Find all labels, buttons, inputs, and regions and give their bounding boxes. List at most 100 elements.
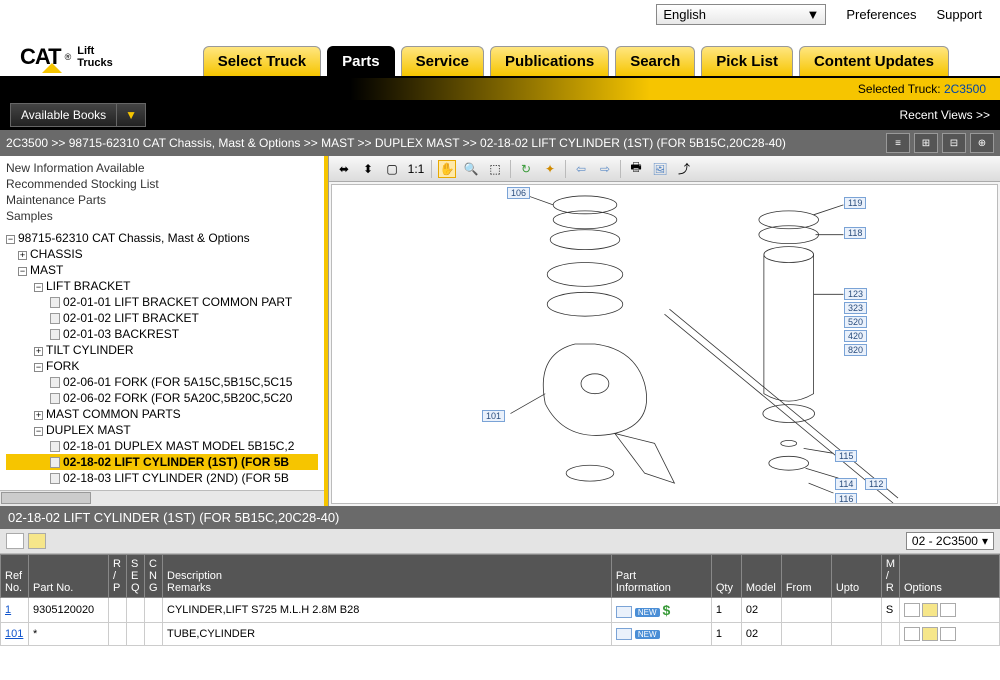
- table-row[interactable]: 19305120020CYLINDER,LIFT S725 M.L.H 2.8M…: [1, 598, 1000, 623]
- th-qty[interactable]: Qty: [711, 555, 741, 598]
- view-split-icon[interactable]: ⊞: [914, 133, 938, 153]
- th-pi[interactable]: Part Information: [611, 555, 711, 598]
- tree-chassis[interactable]: +CHASSIS: [6, 246, 318, 262]
- filter-comment-icon[interactable]: [6, 533, 24, 549]
- tree-dp1[interactable]: 02-18-01 DUPLEX MAST MODEL 5B15C,2: [6, 438, 318, 454]
- th-rp[interactable]: R / P: [109, 555, 127, 598]
- part-info-icon[interactable]: [616, 606, 632, 618]
- highlight-icon[interactable]: [922, 603, 938, 617]
- image-icon[interactable]: 🖼: [651, 160, 669, 178]
- callout-123[interactable]: 123: [844, 288, 867, 300]
- zoom-in-icon[interactable]: 🔍: [462, 160, 480, 178]
- th-ref[interactable]: Ref No.: [1, 555, 29, 598]
- th-seq[interactable]: S E Q: [127, 555, 145, 598]
- tree-dp2[interactable]: 02-18-02 LIFT CYLINDER (1ST) (FOR 5B: [6, 454, 318, 470]
- tree-lb2[interactable]: 02-01-02 LIFT BRACKET: [6, 310, 318, 326]
- actual-size-icon[interactable]: 1:1: [407, 160, 425, 178]
- link-samples[interactable]: Samples: [6, 208, 318, 224]
- tab-select-truck[interactable]: Select Truck: [203, 46, 321, 76]
- view-list-icon[interactable]: ≡: [886, 133, 910, 153]
- language-select[interactable]: English ▼: [656, 4, 826, 25]
- tree-fork[interactable]: −FORK: [6, 358, 318, 374]
- tab-search[interactable]: Search: [615, 46, 695, 76]
- refresh-icon[interactable]: ↻: [517, 160, 535, 178]
- selected-truck-value[interactable]: 2C3500: [944, 82, 986, 96]
- th-part[interactable]: Part No.: [29, 555, 109, 598]
- callout-115[interactable]: 115: [835, 450, 857, 462]
- fit-width-icon[interactable]: ⬌: [335, 160, 353, 178]
- link-maintenance[interactable]: Maintenance Parts: [6, 192, 318, 208]
- cell-mr: S: [881, 598, 899, 623]
- callout-820[interactable]: 820: [844, 344, 867, 356]
- comment-icon[interactable]: [904, 627, 920, 641]
- tree-mcp[interactable]: +MAST COMMON PARTS: [6, 406, 318, 422]
- tree-tilt[interactable]: +TILT CYLINDER: [6, 342, 318, 358]
- tree-dp3[interactable]: 02-18-03 LIFT CYLINDER (2ND) (FOR 5B: [6, 470, 318, 486]
- fit-page-icon[interactable]: ▢: [383, 160, 401, 178]
- th-cng[interactable]: C N G: [145, 555, 163, 598]
- tab-content-updates[interactable]: Content Updates: [799, 46, 949, 76]
- tree-duplex[interactable]: −DUPLEX MAST: [6, 422, 318, 438]
- tab-service[interactable]: Service: [401, 46, 484, 76]
- prev-icon[interactable]: ⇦: [572, 160, 590, 178]
- th-mr[interactable]: M / R: [881, 555, 899, 598]
- tree-root[interactable]: −98715-62310 CAT Chassis, Mast & Options: [6, 230, 318, 246]
- tree-fk2[interactable]: 02-06-02 FORK (FOR 5A20C,5B20C,5C20: [6, 390, 318, 406]
- selected-truck-label: Selected Truck:: [858, 82, 941, 96]
- callout-420[interactable]: 420: [844, 330, 867, 342]
- recent-views-link[interactable]: Recent Views >>: [900, 108, 991, 122]
- callout-106[interactable]: 106: [507, 187, 530, 199]
- filter-highlight-icon[interactable]: [28, 533, 46, 549]
- tree-lb3[interactable]: 02-01-03 BACKREST: [6, 326, 318, 342]
- callout-114[interactable]: 114: [835, 478, 857, 490]
- th-model[interactable]: Model: [741, 555, 781, 598]
- link-stocking-list[interactable]: Recommended Stocking List: [6, 176, 318, 192]
- calendar-icon[interactable]: [940, 603, 956, 617]
- breadcrumb[interactable]: 2C3500 >> 98715-62310 CAT Chassis, Mast …: [6, 136, 786, 150]
- callout-118[interactable]: 118: [844, 227, 866, 239]
- available-books-button[interactable]: Available Books▼: [10, 103, 146, 127]
- callout-112[interactable]: 112: [865, 478, 887, 490]
- cell-partinfo: NEW$: [611, 598, 711, 623]
- price-icon[interactable]: $: [663, 602, 671, 618]
- support-link[interactable]: Support: [936, 7, 982, 22]
- print-icon[interactable]: 🖶: [627, 160, 645, 178]
- cell-partno: 9305120020: [29, 598, 109, 623]
- zoom-area-icon[interactable]: ⬚: [486, 160, 504, 178]
- callout-119[interactable]: 119: [844, 197, 866, 209]
- diagram-canvas[interactable]: 106 101 119 118 123 323 520 420 820 115 …: [331, 184, 998, 504]
- tree-mast[interactable]: −MAST: [6, 262, 318, 278]
- tree-fk1[interactable]: 02-06-01 FORK (FOR 5A15C,5B15C,5C15: [6, 374, 318, 390]
- table-row[interactable]: 101*TUBE,CYLINDERNEW102: [1, 623, 1000, 646]
- th-desc[interactable]: Description Remarks: [163, 555, 612, 598]
- comment-icon[interactable]: [904, 603, 920, 617]
- export-icon[interactable]: ⤴: [675, 160, 693, 178]
- tab-pick-list[interactable]: Pick List: [701, 46, 793, 76]
- pan-hand-icon[interactable]: ✋: [438, 160, 456, 178]
- th-from[interactable]: From: [781, 555, 831, 598]
- tree-lift-bracket[interactable]: −LIFT BRACKET: [6, 278, 318, 294]
- link-new-info[interactable]: New Information Available: [6, 160, 318, 176]
- tab-parts[interactable]: Parts: [327, 46, 395, 76]
- ref-link[interactable]: 1: [5, 604, 11, 616]
- tab-publications[interactable]: Publications: [490, 46, 609, 76]
- callout-520[interactable]: 520: [844, 316, 867, 328]
- th-opt[interactable]: Options: [900, 555, 1000, 598]
- tree-lb1[interactable]: 02-01-01 LIFT BRACKET COMMON PART: [6, 294, 318, 310]
- tree-hscroll[interactable]: [0, 490, 324, 506]
- calendar-icon[interactable]: [940, 627, 956, 641]
- th-upto[interactable]: Upto: [831, 555, 881, 598]
- callout-323[interactable]: 323: [844, 302, 867, 314]
- preferences-link[interactable]: Preferences: [846, 7, 916, 22]
- callout-101[interactable]: 101: [482, 410, 505, 422]
- view-grid-icon[interactable]: ⊟: [942, 133, 966, 153]
- callout-116[interactable]: 116: [835, 493, 857, 504]
- ref-link[interactable]: 101: [5, 628, 23, 640]
- fit-height-icon[interactable]: ⬍: [359, 160, 377, 178]
- model-filter-select[interactable]: 02 - 2C3500▾: [906, 532, 994, 550]
- part-info-icon[interactable]: [616, 628, 632, 640]
- view-add-icon[interactable]: ⊕: [970, 133, 994, 153]
- next-icon[interactable]: ⇨: [596, 160, 614, 178]
- highlight-icon[interactable]: [922, 627, 938, 641]
- info-icon[interactable]: ✦: [541, 160, 559, 178]
